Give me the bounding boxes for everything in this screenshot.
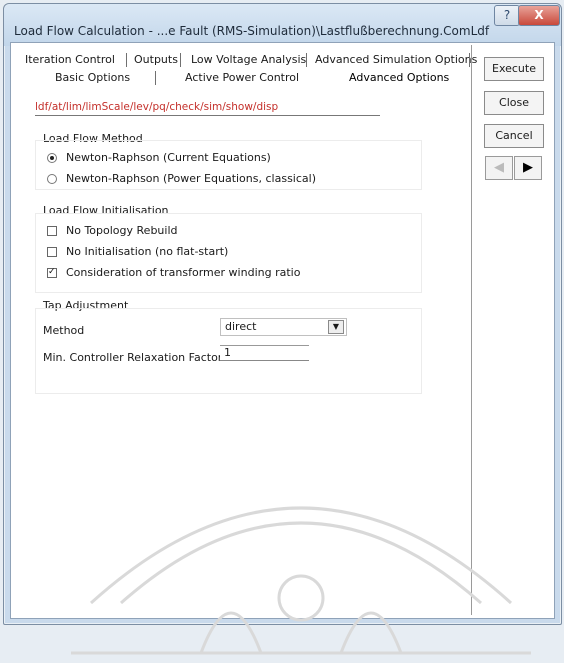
cancel-button[interactable]: Cancel — [484, 124, 544, 148]
tab-low-voltage-analysis[interactable]: Low Voltage Analysis — [191, 53, 306, 66]
checkbox[interactable] — [47, 225, 57, 236]
tab-advanced-simulation-options[interactable]: Advanced Simulation Options — [315, 53, 477, 66]
tab-advanced-options[interactable]: Advanced Options — [349, 71, 449, 84]
relaxation-factor-label: Min. Controller Relaxation Factor — [43, 351, 223, 364]
tab-active-power-control[interactable]: Active Power Control — [185, 71, 299, 84]
execute-button[interactable]: Execute — [484, 57, 544, 81]
tab-iteration-control[interactable]: Iteration Control — [25, 53, 115, 66]
method-select[interactable]: direct ▼ — [220, 318, 347, 336]
help-button[interactable]: ? — [494, 5, 520, 26]
checkbox-checked[interactable] — [47, 267, 57, 278]
checkbox-label: No Topology Rebuild — [66, 224, 178, 237]
method-label: Method — [43, 324, 85, 337]
checkbox-label: No Initialisation (no flat-start) — [66, 245, 229, 258]
checkbox-no-topology-rebuild[interactable]: No Topology Rebuild — [47, 224, 178, 237]
tab-separator — [180, 53, 181, 67]
radio-label: Newton-Raphson (Current Equations) — [66, 151, 271, 164]
watermark-emblem — [71, 506, 531, 655]
radio-label: Newton-Raphson (Power Equations, classic… — [66, 172, 316, 185]
tab-outputs[interactable]: Outputs — [134, 53, 178, 66]
close-window-button[interactable]: X — [518, 5, 560, 26]
title-bar: Load Flow Calculation - ...e Fault (RMS-… — [4, 4, 561, 46]
tab-separator — [155, 71, 156, 85]
checkbox-label: Consideration of transformer winding rat… — [66, 266, 301, 279]
path-field[interactable]: ldf/at/lim/limScale/lev/pq/check/sim/sho… — [35, 101, 380, 116]
radio-current-equations[interactable]: Newton-Raphson (Current Equations) — [47, 151, 271, 164]
previous-arrow-icon[interactable]: ◀ — [485, 156, 513, 180]
checkbox-transformer-winding-ratio[interactable]: Consideration of transformer winding rat… — [47, 266, 300, 279]
radio-power-equations[interactable]: Newton-Raphson (Power Equations, classic… — [47, 172, 316, 185]
checkbox[interactable] — [47, 246, 57, 257]
radio-button-selected[interactable] — [47, 152, 57, 163]
checkbox-no-initialisation[interactable]: No Initialisation (no flat-start) — [47, 245, 228, 258]
dialog-client-area: Iteration Control Outputs Low Voltage An… — [10, 42, 555, 655]
next-arrow-icon[interactable]: ▶ — [514, 156, 542, 180]
method-select-value: direct — [225, 320, 257, 333]
radio-button[interactable] — [47, 173, 57, 184]
close-button[interactable]: Close — [484, 91, 544, 115]
tab-basic-options[interactable]: Basic Options — [55, 71, 130, 84]
tab-separator — [469, 53, 470, 67]
tab-separator — [126, 53, 127, 67]
tab-separator — [306, 53, 307, 67]
relaxation-factor-input[interactable]: 1 — [220, 345, 309, 361]
window-title: Load Flow Calculation - ...e Fault (RMS-… — [14, 24, 490, 38]
chevron-down-icon[interactable]: ▼ — [328, 320, 344, 334]
dialog-window: Load Flow Calculation - ...e Fault (RMS-… — [3, 3, 562, 655]
